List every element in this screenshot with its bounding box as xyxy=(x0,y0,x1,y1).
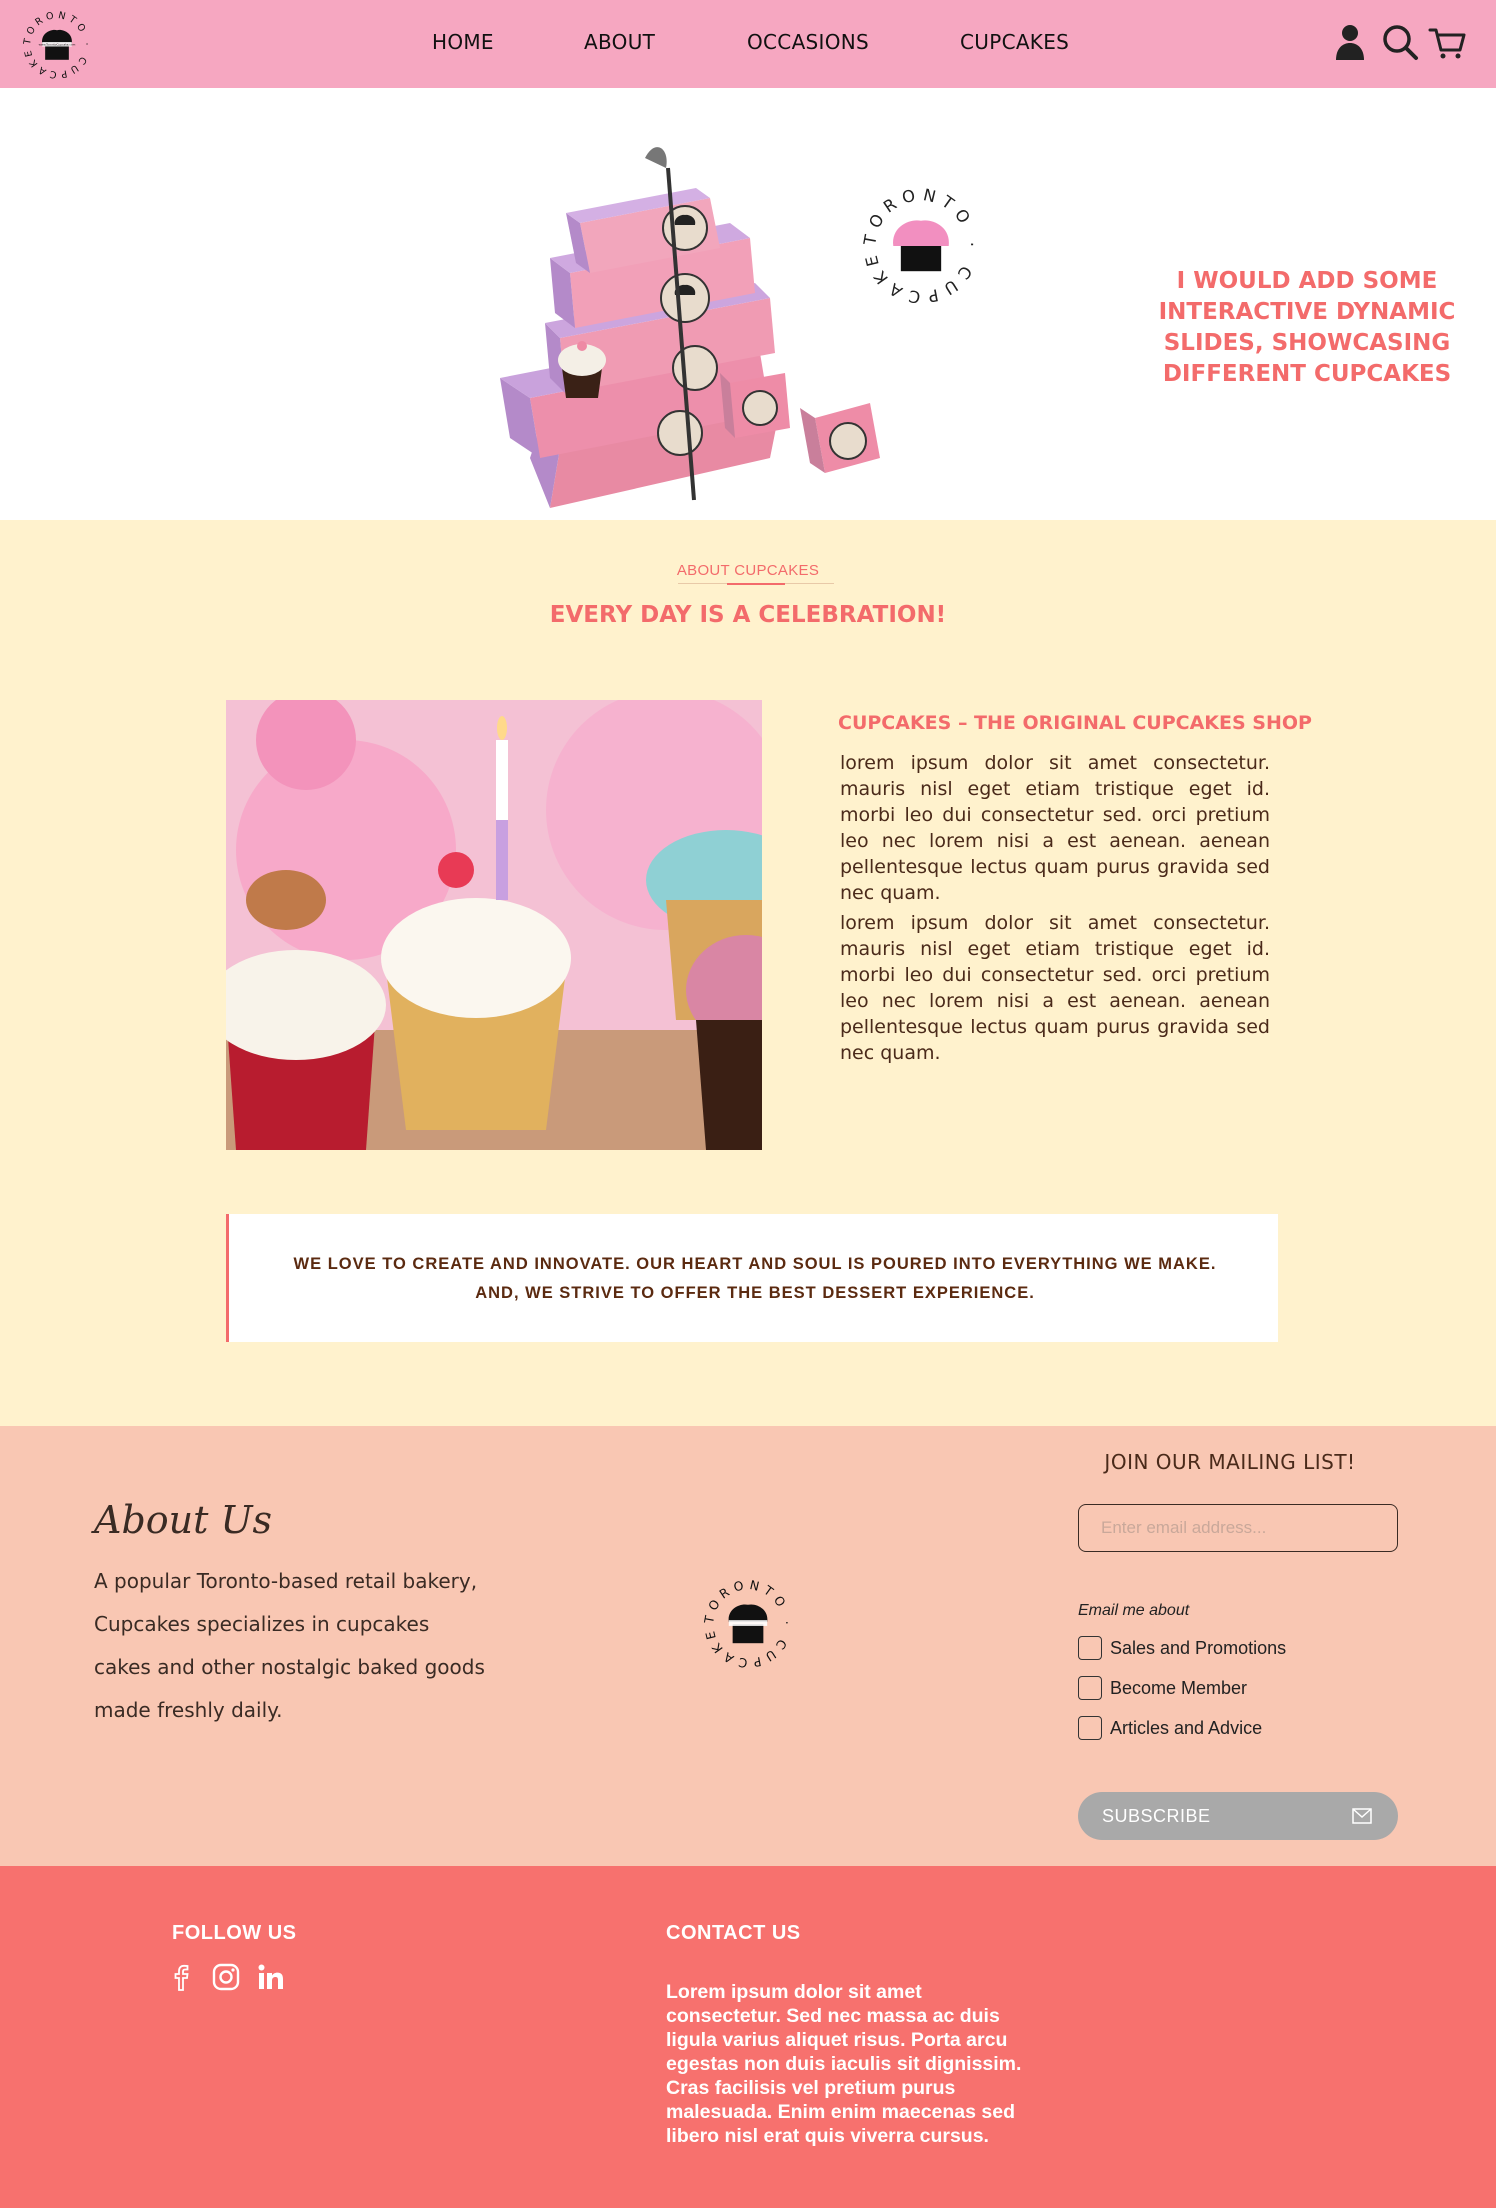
quote-box: WE LOVE TO CREATE AND INNOVATE. OUR HEAR… xyxy=(226,1214,1278,1342)
quote-line: AND, WE STRIVE TO OFFER THE BEST DESSERT… xyxy=(475,1284,1035,1302)
contact-text: Lorem ipsum dolor sit amet consectetur. … xyxy=(666,1981,1022,2147)
footer-logo: TORONTO · CUPCAKE · xyxy=(700,1576,790,1671)
instagram-icon[interactable] xyxy=(211,1962,241,1992)
follow-heading: FOLLOW US xyxy=(172,1922,297,1944)
email-me-label: Email me about xyxy=(1078,1602,1190,1619)
about-us-text: A popular Toronto-based retail bakery, C… xyxy=(94,1560,514,1732)
email-field[interactable] xyxy=(1078,1504,1398,1552)
nav-home[interactable]: HOME xyxy=(432,30,494,54)
about-us-line: made freshly daily. xyxy=(94,1698,283,1722)
quote-text: WE LOVE TO CREATE AND INNOVATE. OUR HEAR… xyxy=(229,1250,1281,1308)
cart-icon[interactable] xyxy=(1428,22,1468,62)
facebook-icon[interactable] xyxy=(166,1962,196,1992)
mailing-list-heading: JOIN OUR MAILING LIST! xyxy=(1104,1450,1356,1474)
about-us-line: Cupcakes specializes in cupcakes xyxy=(94,1612,430,1636)
subscribe-label: SUBSCRIBE xyxy=(1102,1805,1211,1826)
about-us-heading: About Us xyxy=(94,1498,272,1542)
hero-placeholder-note: I WOULD ADD SOME INTERACTIVE DYNAMIC SLI… xyxy=(1158,268,1456,387)
cupcakes-photo xyxy=(226,700,762,1150)
linkedin-icon[interactable] xyxy=(256,1962,286,1992)
checkbox[interactable] xyxy=(1078,1716,1102,1740)
checkbox-label: Become Member xyxy=(1110,1678,1248,1698)
about-paragraph: lorem ipsum dolor sit amet consectetur. … xyxy=(840,912,1270,1064)
shop-title: CUPCAKES – THE ORIGINAL CUPCAKES SHOP xyxy=(838,712,1312,734)
contact-heading: CONTACT US xyxy=(666,1922,801,1944)
footer-bottom: FOLLOW US CONTACT US Lorem ipsum dolor s… xyxy=(0,1866,1496,2208)
user-icon[interactable] xyxy=(1330,22,1370,62)
site-header: TORONTO · CUPCAKE · www.TorontoCupcake.c… xyxy=(0,0,1496,88)
quote-line: WE LOVE TO CREATE AND INNOVATE. OUR HEAR… xyxy=(293,1255,1217,1273)
about-us-line: cakes and other nostalgic baked goods xyxy=(94,1655,485,1679)
hero-boxes-image: TORONTO · CUPCAKE · xyxy=(500,147,975,508)
envelope-icon xyxy=(1352,1808,1372,1824)
checkbox[interactable] xyxy=(1078,1636,1102,1660)
main-nav: HOME ABOUT OCCASIONS CUPCAKES xyxy=(0,0,1496,88)
subscribe-button[interactable]: SUBSCRIBE xyxy=(1078,1792,1398,1840)
nav-occasions[interactable]: OCCASIONS xyxy=(747,30,869,54)
checkbox[interactable] xyxy=(1078,1676,1102,1700)
footer-top: About Us A popular Toronto-based retail … xyxy=(0,1426,1496,1866)
nav-about[interactable]: ABOUT xyxy=(584,30,655,54)
search-icon[interactable] xyxy=(1380,22,1420,62)
checkbox-label: Articles and Advice xyxy=(1110,1718,1263,1738)
checkbox-label: Sales and Promotions xyxy=(1110,1638,1287,1658)
about-section: ABOUT CUPCAKES EVERY DAY IS A CELEBRATIO… xyxy=(0,520,1496,1426)
nav-cupcakes[interactable]: CUPCAKES xyxy=(960,30,1069,54)
about-eyebrow: ABOUT CUPCAKES xyxy=(676,562,820,579)
about-us-line: A popular Toronto-based retail bakery, xyxy=(94,1569,478,1593)
hero-banner: TORONTO · CUPCAKE · I WOULD ADD SOME INT… xyxy=(0,88,1496,520)
about-paragraph: lorem ipsum dolor sit amet consectetur. … xyxy=(840,752,1270,904)
eyebrow-accent xyxy=(727,583,785,585)
about-title: EVERY DAY IS A CELEBRATION! xyxy=(549,602,947,628)
